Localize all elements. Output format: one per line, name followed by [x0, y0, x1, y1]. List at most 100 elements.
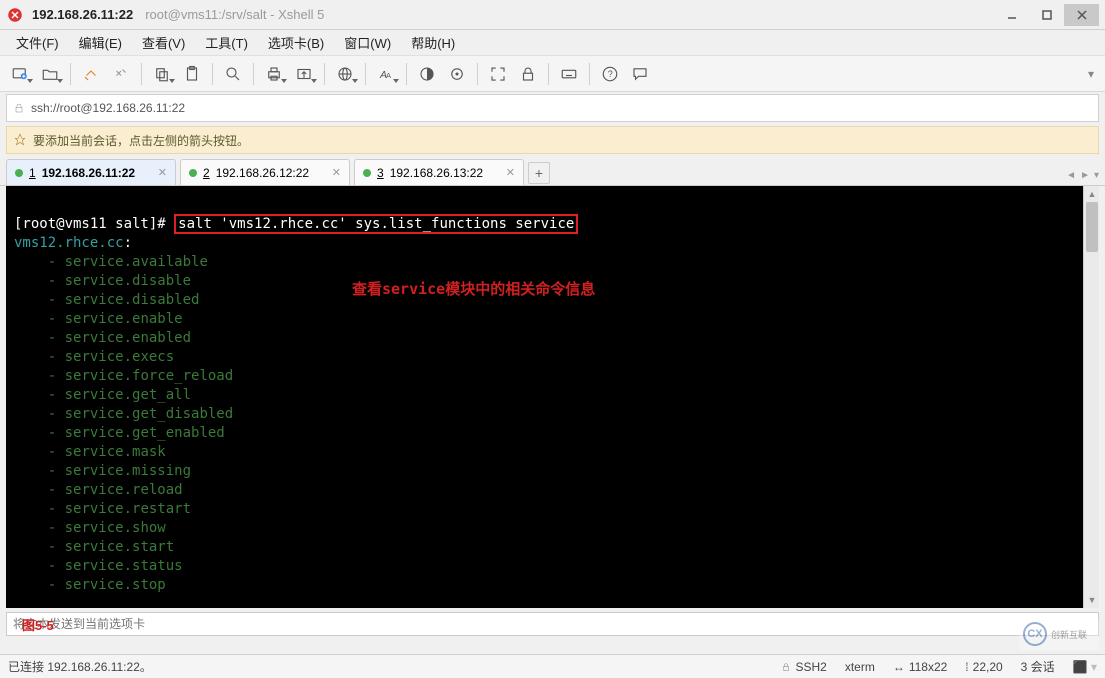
toolbar: AA ? ▾ [0, 56, 1105, 92]
tab-num: 3 [377, 166, 384, 180]
menu-help[interactable]: 帮助(H) [403, 31, 463, 54]
menu-file[interactable]: 文件(F) [8, 31, 67, 54]
keyboard-icon[interactable] [555, 60, 583, 88]
function-item: - service.status [14, 557, 1091, 576]
menu-tools[interactable]: 工具(T) [197, 31, 256, 54]
status-cap: ⬛ ▾ [1073, 660, 1097, 674]
window-host: 192.168.26.11:22 [32, 7, 133, 22]
function-item: - service.get_disabled [14, 405, 1091, 424]
status-dot-icon [189, 169, 197, 177]
watermark-logo-icon: CX [1023, 622, 1047, 646]
tab-num: 2 [203, 166, 210, 180]
window-subtitle: root@vms11:/srv/salt - Xshell 5 [145, 7, 324, 22]
annotation-text: 查看service模块中的相关命令信息 [352, 280, 595, 299]
vertical-scrollbar[interactable]: ▲ ▼ [1083, 186, 1099, 608]
scroll-up-icon[interactable]: ▲ [1084, 186, 1100, 202]
tab-close-icon[interactable]: ✕ [158, 166, 167, 179]
status-dot-icon [363, 169, 371, 177]
address-lock-icon [13, 102, 25, 114]
tab-num: 1 [29, 166, 36, 180]
status-bar: 已连接 192.168.26.11:22。 SSH2 xterm ↔ 118x2… [0, 654, 1105, 678]
menu-view[interactable]: 查看(V) [134, 31, 193, 54]
disconnect-icon[interactable] [107, 60, 135, 88]
scroll-thumb[interactable] [1086, 202, 1098, 252]
watermark: CX 创新互联 [1019, 618, 1099, 650]
help-icon[interactable]: ? [596, 60, 624, 88]
minimize-button[interactable] [994, 4, 1029, 26]
address-bar[interactable]: ssh://root@192.168.26.11:22 [6, 94, 1099, 122]
pin-icon[interactable] [13, 133, 27, 147]
tab-label: 192.168.26.12:22 [216, 166, 309, 180]
function-item: - service.enabled [14, 329, 1091, 348]
copy-icon[interactable] [148, 60, 176, 88]
status-pos: ⁞ 22,20 [965, 660, 1002, 674]
address-text: ssh://root@192.168.26.11:22 [31, 101, 185, 115]
function-item: - service.execs [14, 348, 1091, 367]
maximize-button[interactable] [1029, 4, 1064, 26]
fullscreen-icon[interactable] [484, 60, 512, 88]
close-button[interactable] [1064, 4, 1099, 26]
new-session-icon[interactable] [6, 60, 34, 88]
function-item: - service.missing [14, 462, 1091, 481]
session-tab-2[interactable]: 2 192.168.26.12:22 ✕ [180, 159, 350, 185]
tab-label: 192.168.26.11:22 [42, 166, 135, 180]
scroll-down-icon[interactable]: ▼ [1084, 592, 1100, 608]
tab-bar: 1 192.168.26.11:22 ✕ 2 192.168.26.12:22 … [0, 158, 1105, 186]
status-dot-icon [15, 169, 23, 177]
function-item: - service.force_reload [14, 367, 1091, 386]
compose-input[interactable] [6, 612, 1099, 636]
function-item: - service.show [14, 519, 1091, 538]
font-icon[interactable]: AA [372, 60, 400, 88]
menu-tabs[interactable]: 选项卡(B) [260, 31, 332, 54]
terminal-command: salt 'vms12.rhce.cc' sys.list_functions … [174, 214, 578, 234]
session-tab-3[interactable]: 3 192.168.26.13:22 ✕ [354, 159, 524, 185]
function-item: - service.mask [14, 443, 1091, 462]
function-item: - service.available [14, 253, 1091, 272]
title-bar: 192.168.26.11:22 root@vms11:/srv/salt - … [0, 0, 1105, 30]
highlight-icon[interactable] [443, 60, 471, 88]
function-item: - service.stop [14, 576, 1091, 595]
function-item: - service.reload [14, 481, 1091, 500]
chat-icon[interactable] [626, 60, 654, 88]
paste-icon[interactable] [178, 60, 206, 88]
color-scheme-icon[interactable] [413, 60, 441, 88]
watermark-text: 创新互联 [1051, 628, 1087, 641]
info-text: 要添加当前会话，点击左侧的箭头按钮。 [33, 132, 249, 149]
lock-icon[interactable] [514, 60, 542, 88]
open-session-icon[interactable] [36, 60, 64, 88]
tab-label: 192.168.26.13:22 [390, 166, 483, 180]
terminal[interactable]: [root@vms11 salt]# salt 'vms12.rhce.cc' … [6, 186, 1099, 608]
terminal-host-output: vms12.rhce.cc [14, 235, 124, 251]
function-item: - service.start [14, 538, 1091, 557]
app-icon [6, 6, 24, 24]
menu-edit[interactable]: 编辑(E) [71, 31, 130, 54]
compose-bar: 图5-5 [6, 610, 1099, 638]
figure-label: 图5-5 [22, 615, 54, 634]
menu-bar: 文件(F) 编辑(E) 查看(V) 工具(T) 选项卡(B) 窗口(W) 帮助(… [0, 30, 1105, 56]
status-connection: 已连接 192.168.26.11:22。 [8, 658, 152, 675]
status-term: xterm [845, 660, 875, 674]
print-icon[interactable] [260, 60, 288, 88]
status-ssh: SSH2 [781, 660, 826, 674]
function-item: - service.restart [14, 500, 1091, 519]
tab-scroll-arrows[interactable]: ◄►▾ [1066, 170, 1099, 181]
toolbar-overflow-icon[interactable]: ▾ [1083, 66, 1099, 82]
transfer-icon[interactable] [290, 60, 318, 88]
globe-icon[interactable] [331, 60, 359, 88]
reconnect-icon[interactable] [77, 60, 105, 88]
tab-close-icon[interactable]: ✕ [506, 166, 515, 179]
add-tab-button[interactable]: + [528, 162, 550, 184]
menu-window[interactable]: 窗口(W) [336, 31, 399, 54]
function-item: - service.enable [14, 310, 1091, 329]
info-bar: 要添加当前会话，点击左侧的箭头按钮。 [6, 126, 1099, 154]
function-item: - service.get_all [14, 386, 1091, 405]
function-item: - service.get_enabled [14, 424, 1091, 443]
tab-close-icon[interactable]: ✕ [332, 166, 341, 179]
search-icon[interactable] [219, 60, 247, 88]
status-sessions: 3 会话 [1021, 658, 1055, 675]
status-size: ↔ 118x22 [893, 660, 947, 674]
terminal-prompt: [root@vms11 salt]# [14, 216, 174, 232]
session-tab-1[interactable]: 1 192.168.26.11:22 ✕ [6, 159, 176, 185]
svg-text:?: ? [608, 69, 613, 79]
svg-text:A: A [386, 70, 391, 79]
